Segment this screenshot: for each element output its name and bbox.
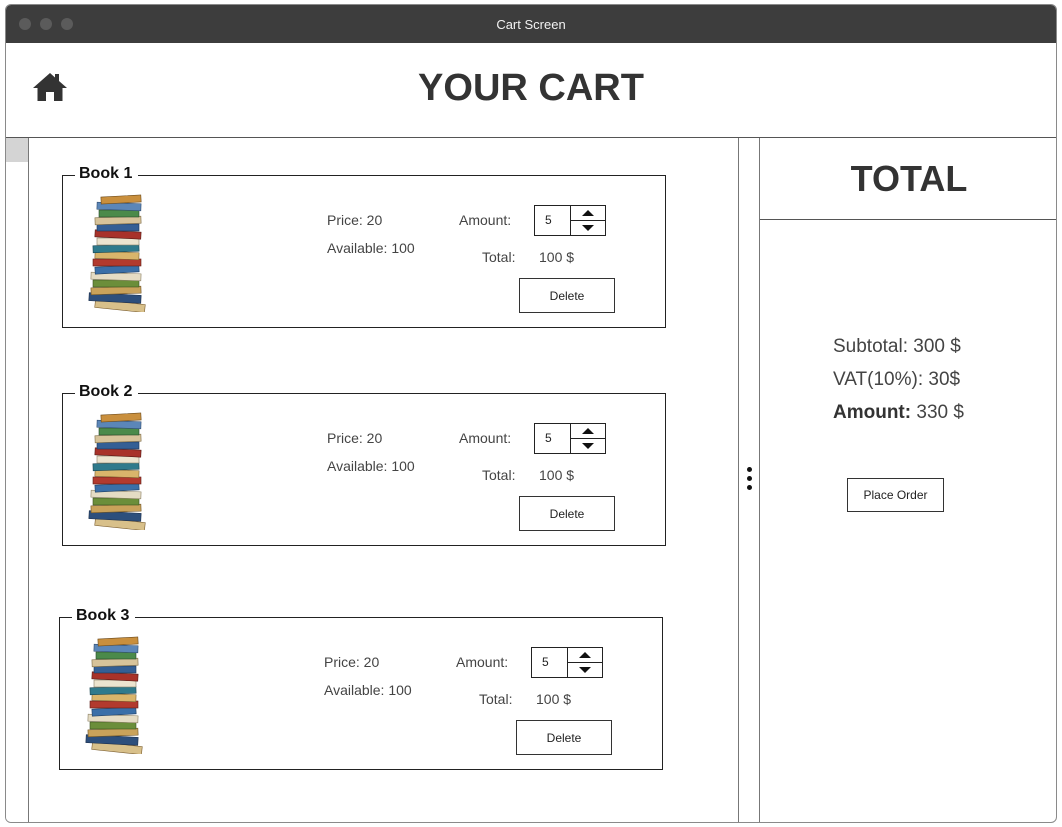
maximize-window-button[interactable] (61, 18, 73, 30)
available-text: Available: 100 (327, 240, 415, 256)
summary-header: TOTAL (760, 138, 1056, 220)
vertical-scrollbar[interactable] (6, 138, 29, 822)
arrow-up-icon (579, 652, 591, 658)
drag-handle-icon[interactable] (747, 467, 752, 490)
panel-splitter[interactable] (738, 138, 760, 822)
place-order-button[interactable]: Place Order (847, 478, 944, 512)
cart-item: Book 2 Price: 20 Available: 100 Amount: … (62, 383, 666, 546)
total-label: Total: (482, 249, 516, 265)
order-summary-panel: TOTAL Subtotal: 300 $ VAT(10%): 30$ Amou… (760, 138, 1056, 822)
delete-button[interactable]: Delete (519, 278, 615, 313)
vat-text: VAT(10%): 30$ (833, 369, 961, 390)
book-title: Book 1 (75, 165, 139, 183)
amount-label: Amount: (459, 212, 512, 228)
amount-value[interactable]: 5 (532, 648, 568, 677)
amount-summary: Amount: 330 $ (833, 402, 964, 424)
total-value: 100 $ (539, 249, 575, 265)
amount-stepper[interactable]: 5 (531, 647, 603, 678)
cart-item: Book 1 Price: 20 Available: 100 Amount: … (62, 165, 666, 328)
arrow-up-icon (582, 210, 594, 216)
scrollbar-thumb[interactable] (6, 138, 28, 162)
increase-amount-button[interactable] (571, 206, 605, 221)
arrow-down-icon (579, 667, 591, 673)
arrow-down-icon (582, 225, 594, 231)
total-label: Total: (479, 691, 513, 707)
subtotal-text: Subtotal: 300 $ (833, 336, 961, 357)
amount-value[interactable]: 5 (535, 424, 571, 453)
price-text: Price: 20 (327, 430, 383, 446)
minimize-window-button[interactable] (40, 18, 52, 30)
increase-amount-button[interactable] (571, 424, 605, 439)
increase-amount-button[interactable] (568, 648, 602, 663)
cart-items-list: Book 1 Price: 20 Available: 100 Amount: … (29, 138, 738, 822)
amount-summary-label: Amount: (833, 402, 912, 423)
cart-item: Book 3 Price: 20 Available: 100 Amount: … (59, 607, 663, 770)
total-value: 100 $ (539, 467, 575, 483)
amount-label: Amount: (456, 654, 509, 670)
available-text: Available: 100 (324, 682, 412, 698)
amount-value[interactable]: 5 (535, 206, 571, 235)
delete-button[interactable]: Delete (519, 496, 615, 531)
price-text: Price: 20 (324, 654, 380, 670)
summary-title: TOTAL (850, 158, 968, 199)
amount-stepper[interactable]: 5 (534, 423, 606, 454)
book-title: Book 2 (75, 383, 139, 401)
delete-button[interactable]: Delete (516, 720, 612, 755)
available-text: Available: 100 (327, 458, 415, 474)
page-title: YOUR CART (418, 67, 644, 109)
amount-stepper[interactable]: 5 (534, 205, 606, 236)
amount-label: Amount: (459, 430, 512, 446)
book-title: Book 3 (72, 607, 136, 625)
decrease-amount-button[interactable] (571, 439, 605, 453)
page-header: YOUR CART (6, 43, 1056, 138)
cart-window: Cart Screen YOUR CART Book 1 Price: 20 A… (5, 4, 1057, 823)
total-value: 100 $ (536, 691, 572, 707)
window-controls (19, 18, 73, 30)
close-window-button[interactable] (19, 18, 31, 30)
decrease-amount-button[interactable] (568, 663, 602, 677)
price-text: Price: 20 (327, 212, 383, 228)
decrease-amount-button[interactable] (571, 221, 605, 235)
arrow-down-icon (582, 443, 594, 449)
book-stack-image (81, 194, 157, 312)
total-label: Total: (482, 467, 516, 483)
arrow-up-icon (582, 428, 594, 434)
book-stack-image (81, 412, 157, 530)
window-title: Cart Screen (496, 16, 566, 32)
book-stack-image (78, 636, 154, 754)
amount-summary-value: 330 $ (911, 402, 964, 423)
title-bar: Cart Screen (6, 5, 1056, 43)
